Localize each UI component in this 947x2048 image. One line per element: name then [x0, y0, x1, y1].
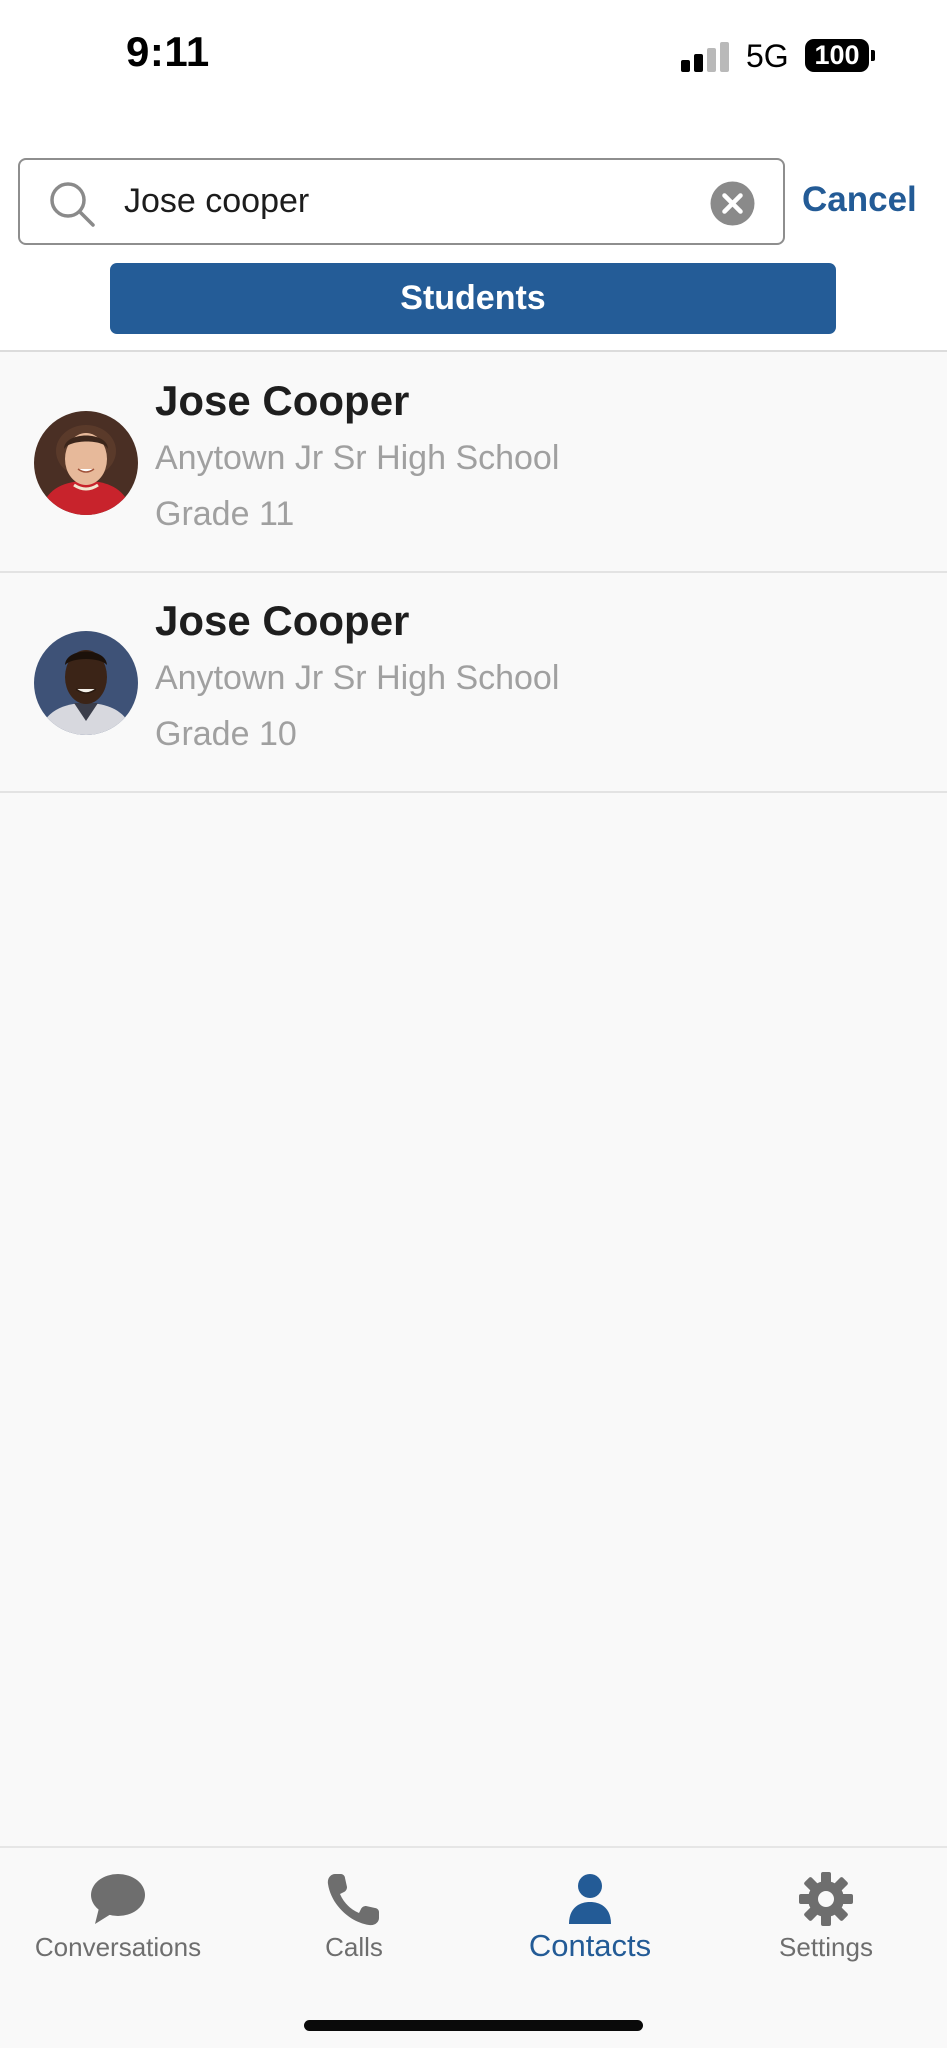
- list-item[interactable]: Jose Cooper Anytown Jr Sr High School Gr…: [0, 353, 947, 573]
- network-type: 5G: [746, 38, 789, 74]
- tab-label: Conversations: [34, 1932, 202, 1962]
- tab-bar: Conversations Calls Contacts Settings: [0, 1846, 947, 2048]
- cancel-button[interactable]: Cancel: [802, 180, 917, 220]
- tab-calls[interactable]: Calls: [236, 1848, 472, 1998]
- chat-bubble-icon: [91, 1874, 145, 1924]
- contact-grade: Grade 11: [155, 495, 295, 533]
- battery-tip: [871, 50, 875, 61]
- search-input[interactable]: Jose cooper: [18, 158, 785, 245]
- tab-conversations[interactable]: Conversations: [0, 1848, 236, 1998]
- clear-search-icon[interactable]: [710, 181, 755, 226]
- tab-label: Contacts: [528, 1928, 652, 1963]
- search-header: Jose cooper Cancel Students: [0, 110, 947, 352]
- results-list: Jose Cooper Anytown Jr Sr High School Gr…: [0, 353, 947, 793]
- search-input-value[interactable]: Jose cooper: [124, 182, 309, 221]
- contact-name: Jose Cooper: [155, 597, 410, 644]
- tab-contacts[interactable]: Contacts: [472, 1848, 708, 1998]
- search-icon: [50, 182, 95, 227]
- contact-grade: Grade 10: [155, 715, 297, 753]
- tab-settings[interactable]: Settings: [708, 1848, 944, 1998]
- phone-icon: [327, 1874, 379, 1926]
- contact-school: Anytown Jr Sr High School: [155, 659, 560, 697]
- status-time: 9:11: [126, 28, 210, 75]
- avatar: [34, 631, 138, 735]
- person-icon: [569, 1874, 611, 1924]
- home-indicator[interactable]: [304, 2020, 643, 2031]
- status-bar: 9:11 5G 100: [0, 0, 947, 110]
- contact-school: Anytown Jr Sr High School: [155, 439, 560, 477]
- students-filter-button[interactable]: Students: [110, 263, 836, 334]
- gear-icon: [799, 1872, 853, 1926]
- tab-label: Calls: [325, 1932, 383, 1962]
- tab-label: Settings: [779, 1932, 873, 1962]
- battery-icon: 100: [805, 39, 869, 72]
- contact-name: Jose Cooper: [155, 377, 410, 424]
- signal-strength-icon: [681, 42, 731, 72]
- avatar: [34, 411, 138, 515]
- list-item[interactable]: Jose Cooper Anytown Jr Sr High School Gr…: [0, 573, 947, 793]
